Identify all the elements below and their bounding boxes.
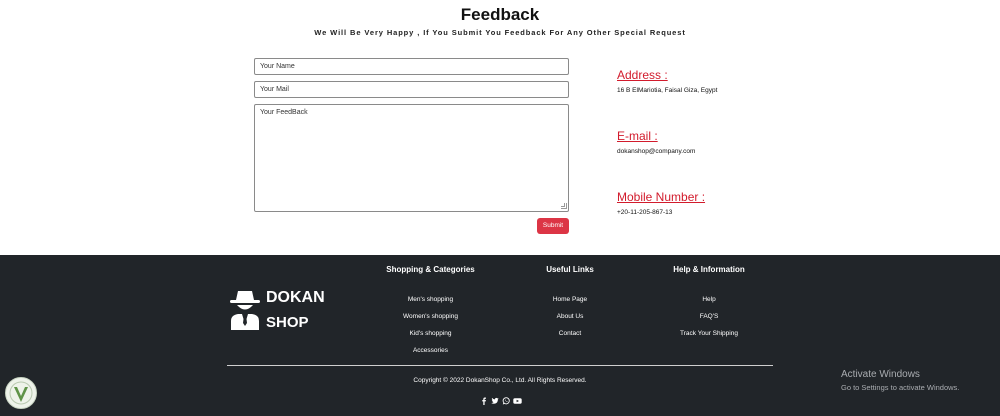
site-footer: DOKAN SHOP Shopping & Categories Men's s… [0, 255, 1000, 416]
youtube-icon[interactable] [513, 397, 522, 405]
whatsapp-icon[interactable] [502, 397, 510, 405]
spy-logo-icon [230, 291, 260, 330]
feedback-title: Feedback [460, 5, 540, 24]
email-value: dokanshop@company.com [617, 148, 696, 155]
facebook-icon[interactable] [480, 397, 488, 405]
link-track-shipping[interactable]: Track Your Shipping [659, 330, 759, 337]
logo-text-shop: SHOP [266, 314, 309, 331]
mobile-heading: Mobile Number : [617, 190, 706, 204]
twitter-icon[interactable] [491, 397, 499, 405]
useful-links-heading: Useful Links [546, 265, 594, 274]
link-womens-shopping[interactable]: Women's shopping [370, 313, 491, 320]
address-value: 16 B ElMariotia, Faisal Giza, Egypt [617, 87, 718, 94]
footer-divider [227, 365, 773, 366]
corner-badge-icon [5, 377, 37, 409]
logo-text-dokan: DOKAN [266, 289, 325, 306]
link-mens-shopping[interactable]: Men's shopping [370, 296, 491, 303]
feedback-section: Feedback We Will Be Very Happy , If You … [0, 0, 1000, 255]
link-about-us[interactable]: About Us [530, 313, 610, 320]
feedback-subtitle: We Will Be Very Happy , If You Submit Yo… [314, 28, 686, 37]
address-heading: Address : [617, 68, 668, 82]
mail-input[interactable]: Your Mail [254, 81, 569, 98]
shopping-categories-heading: Shopping & Categories [386, 265, 475, 274]
activate-windows-subtitle: Go to Settings to activate Windows. [841, 383, 960, 392]
textarea-resize-handle[interactable] [561, 203, 567, 209]
link-accessories[interactable]: Accessories [370, 347, 491, 354]
name-input[interactable]: Your Name [254, 58, 569, 75]
link-contact[interactable]: Contact [530, 330, 610, 337]
email-heading: E-mail : [617, 129, 658, 143]
help-information-heading: Help & Information [673, 265, 745, 274]
link-kids-shopping[interactable]: Kid's shopping [370, 330, 491, 337]
link-help[interactable]: Help [659, 296, 759, 303]
feedback-textarea[interactable]: Your FeedBack [254, 104, 569, 212]
social-links [480, 397, 524, 406]
submit-button[interactable]: Submit [537, 218, 569, 234]
link-home-page[interactable]: Home Page [530, 296, 610, 303]
mobile-value: +20-11-205-867-13 [617, 209, 673, 216]
activate-windows-title: Activate Windows [841, 369, 920, 380]
link-faqs[interactable]: FAQ'S [659, 313, 759, 320]
